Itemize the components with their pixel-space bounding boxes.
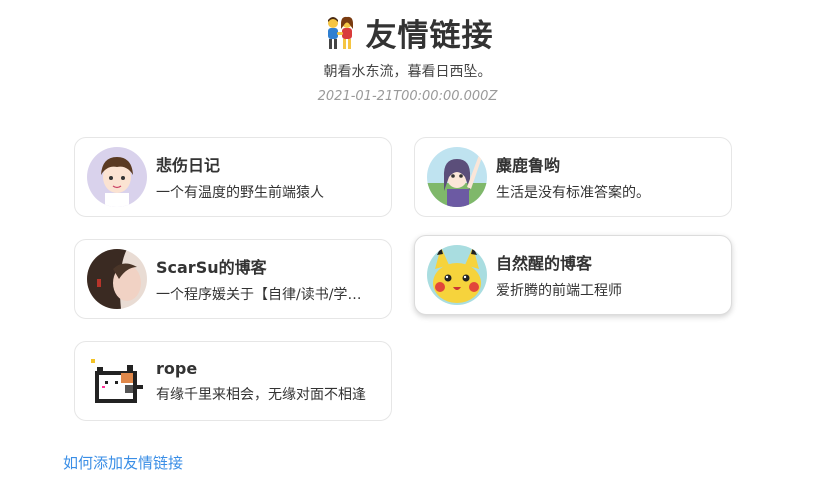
friend-name[interactable]: ScarSu的博客 bbox=[156, 254, 381, 278]
girl-photo-avatar-icon bbox=[87, 249, 147, 309]
friend-card-miluluyo[interactable]: 麋鹿鲁哟 生活是没有标准答案的。 bbox=[414, 137, 732, 217]
anime-boy-avatar-icon bbox=[87, 147, 147, 207]
friend-name[interactable]: 麋鹿鲁哟 bbox=[496, 152, 721, 176]
friend-name[interactable]: 自然醒的博客 bbox=[496, 250, 721, 274]
friend-info: 麋鹿鲁哟 生活是没有标准答案的。 bbox=[496, 152, 721, 202]
couple-holding-hands-icon bbox=[327, 16, 353, 49]
page-title: 友情链接 bbox=[365, 18, 494, 54]
page-date: 2021-01-21T00:00:00.000Z bbox=[317, 89, 498, 104]
friend-card-beishang[interactable]: 悲伤日记 一个有温度的野生前端猿人 bbox=[74, 137, 392, 217]
friend-info: ScarSu的博客 一个程序媛关于【自律/读书/学习】 bbox=[156, 254, 381, 304]
friend-info: rope 有缘千里来相会，无缘对面不相逢 bbox=[156, 359, 381, 404]
friend-name[interactable]: 悲伤日记 bbox=[156, 152, 381, 176]
friend-desc: 生活是没有标准答案的。 bbox=[496, 185, 650, 201]
anime-girl-waving-avatar-icon bbox=[427, 147, 487, 207]
friend-desc: 一个有温度的野生前端猿人 bbox=[156, 185, 324, 201]
pikachu-avatar-icon bbox=[427, 245, 487, 305]
friend-card-rope[interactable]: rope 有缘千里来相会，无缘对面不相逢 bbox=[74, 341, 392, 421]
friend-name[interactable]: rope bbox=[156, 359, 381, 378]
pixel-cat-avatar-icon bbox=[87, 351, 147, 411]
friend-card-scarsu[interactable]: ScarSu的博客 一个程序媛关于【自律/读书/学习】 bbox=[74, 239, 392, 319]
add-friend-link[interactable]: 如何添加友情链接 bbox=[63, 452, 183, 473]
friend-info: 悲伤日记 一个有温度的野生前端猿人 bbox=[156, 152, 381, 202]
friend-desc: 一个程序媛关于【自律/读书/学习】 bbox=[156, 287, 368, 303]
friend-info: 自然醒的博客 爱折腾的前端工程师 bbox=[496, 250, 721, 300]
friend-desc: 有缘千里来相会，无缘对面不相逢 bbox=[156, 386, 366, 403]
page-subtitle: 朝看水东流，暮看日西坠。 bbox=[323, 64, 492, 80]
friend-desc: 爱折腾的前端工程师 bbox=[496, 283, 622, 299]
title-row: 友情链接 bbox=[0, 10, 815, 55]
friend-card-ziranxing[interactable]: 自然醒的博客 爱折腾的前端工程师 bbox=[414, 235, 732, 315]
